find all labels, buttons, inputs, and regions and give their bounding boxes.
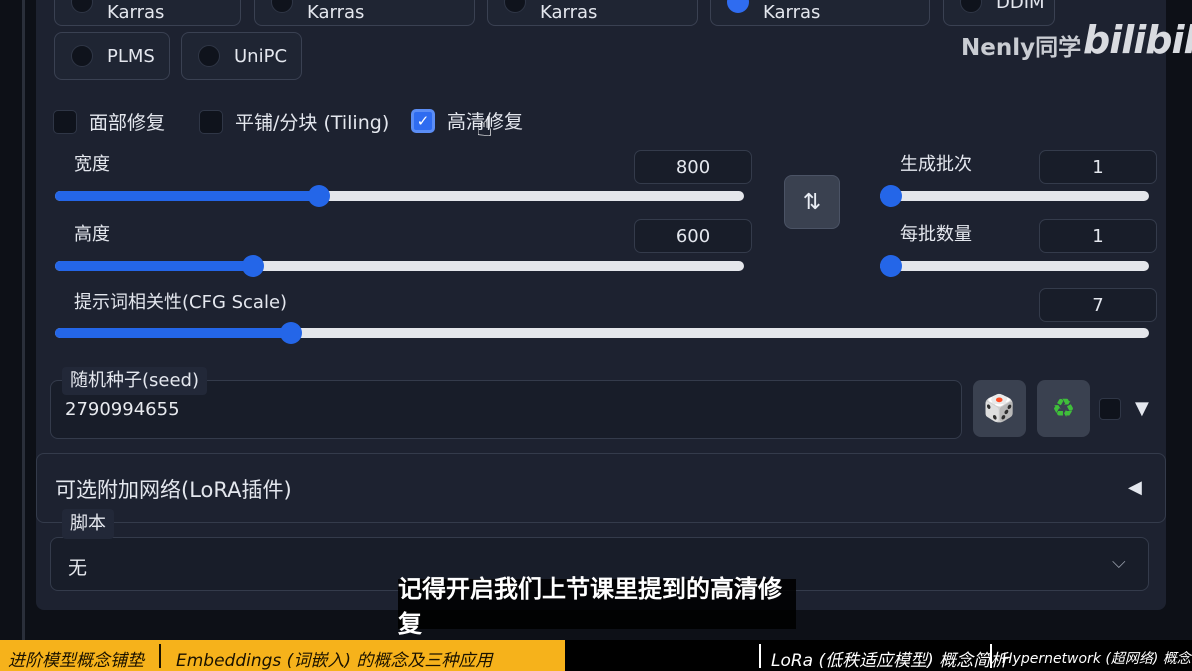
chapter-2[interactable]: Embeddings (词嵌入) 的概念及三种应用 bbox=[176, 646, 492, 671]
checkbox-icon bbox=[53, 109, 77, 134]
batch-size-input[interactable]: 1 bbox=[1039, 219, 1157, 253]
sampler-option-dpm-2s-a-karras[interactable]: DPM++ 2S a Karras bbox=[254, 0, 475, 26]
cfg-scale-label: 提示词相关性(CFG Scale) bbox=[74, 292, 288, 313]
script-label: 脚本 bbox=[62, 509, 114, 539]
chapter-4[interactable]: Hypernetwork (超网络) 概念简析 bbox=[1002, 648, 1192, 668]
hires-fix-checkbox[interactable]: ✓ 高清修复 bbox=[411, 107, 523, 134]
radio-selected-icon bbox=[727, 0, 749, 13]
chapter-divider bbox=[990, 644, 992, 668]
batch-count-label: 生成批次 bbox=[900, 154, 972, 175]
height-slider-fill bbox=[55, 261, 253, 271]
width-slider[interactable] bbox=[55, 185, 744, 207]
chapter-3[interactable]: LoRa (低秩适应模型) 概念简析 bbox=[771, 646, 1007, 671]
seed-label: 随机种子(seed) bbox=[62, 367, 207, 395]
width-slider-thumb[interactable] bbox=[308, 185, 330, 207]
width-input[interactable]: 800 bbox=[634, 150, 752, 184]
cfg-scale-slider-fill bbox=[55, 328, 291, 338]
face-restore-checkbox[interactable]: 面部修复 bbox=[53, 108, 165, 135]
lora-accordion-title[interactable]: 可选附加网络(LoRA插件) bbox=[55, 474, 292, 504]
height-input[interactable]: 600 bbox=[634, 219, 752, 253]
left-border bbox=[22, 0, 25, 640]
width-label: 宽度 bbox=[74, 154, 110, 175]
sampler-option-dpm-2m-karras[interactable]: DPM++ 2M Karras bbox=[487, 0, 698, 26]
radio-icon bbox=[71, 0, 93, 13]
script-select-value[interactable]: 无 bbox=[68, 553, 87, 580]
swap-arrows-icon: ⇅ bbox=[802, 189, 822, 215]
sampler-option-unipc[interactable]: UniPC bbox=[181, 32, 302, 80]
dice-icon: 🎲 bbox=[983, 393, 1016, 424]
batch-count-slider-thumb[interactable] bbox=[880, 185, 902, 207]
height-slider-thumb[interactable] bbox=[242, 255, 264, 277]
checkbox-icon bbox=[199, 109, 223, 134]
batch-size-slider-thumb[interactable] bbox=[880, 255, 902, 277]
batch-size-slider[interactable] bbox=[880, 255, 1149, 277]
bilibili-logo: bilibili bbox=[1083, 18, 1192, 62]
triangle-down-icon[interactable]: ▼ bbox=[1135, 398, 1149, 419]
reuse-seed-button[interactable]: ♻ bbox=[1037, 380, 1090, 437]
height-label: 高度 bbox=[74, 224, 110, 245]
sampler-option-dpm2-a-karras[interactable]: DPM2 a Karras bbox=[54, 0, 241, 26]
radio-icon bbox=[71, 45, 93, 67]
author-watermark: Nenly同学 bbox=[961, 35, 1082, 61]
extra-seed-checkbox[interactable] bbox=[1099, 398, 1121, 420]
batch-count-input[interactable]: 1 bbox=[1039, 150, 1157, 184]
chapter-1[interactable]: 进阶模型概念铺垫 bbox=[8, 646, 144, 671]
batch-size-label: 每批数量 bbox=[900, 224, 972, 245]
radio-icon bbox=[960, 0, 982, 13]
recycle-icon: ♻ bbox=[1051, 393, 1076, 424]
radio-icon bbox=[504, 0, 526, 13]
chapter-divider bbox=[759, 644, 761, 668]
radio-icon bbox=[271, 0, 293, 13]
cfg-scale-slider-thumb[interactable] bbox=[280, 322, 302, 344]
hand-cursor-icon: ☝ bbox=[476, 110, 494, 143]
sampler-option-ddim[interactable]: DDIM bbox=[943, 0, 1055, 26]
chevron-down-icon[interactable]: ⌵ bbox=[1112, 552, 1126, 573]
sampler-option-plms[interactable]: PLMS bbox=[54, 32, 170, 80]
radio-icon bbox=[198, 45, 220, 67]
seed-value[interactable]: 2790994655 bbox=[65, 399, 180, 420]
width-slider-fill bbox=[55, 191, 319, 201]
chapter-divider bbox=[159, 644, 161, 668]
cfg-scale-slider[interactable] bbox=[55, 322, 1149, 344]
height-slider[interactable] bbox=[55, 255, 744, 277]
triangle-left-icon[interactable]: ◀ bbox=[1128, 477, 1142, 498]
random-seed-button[interactable]: 🎲 bbox=[973, 380, 1026, 437]
cfg-scale-input[interactable]: 7 bbox=[1039, 288, 1157, 322]
tiling-checkbox[interactable]: 平铺/分块 (Tiling) bbox=[199, 108, 389, 135]
sampler-option-dpm-sde-karras[interactable]: DPM++ SDE Karras bbox=[710, 0, 930, 26]
video-subtitle: 记得开启我们上节课里提到的高清修复 bbox=[398, 575, 796, 638]
checkmark-icon: ✓ bbox=[411, 108, 435, 133]
swap-dimensions-button[interactable]: ⇅ bbox=[784, 175, 840, 229]
batch-count-slider[interactable] bbox=[880, 185, 1149, 207]
